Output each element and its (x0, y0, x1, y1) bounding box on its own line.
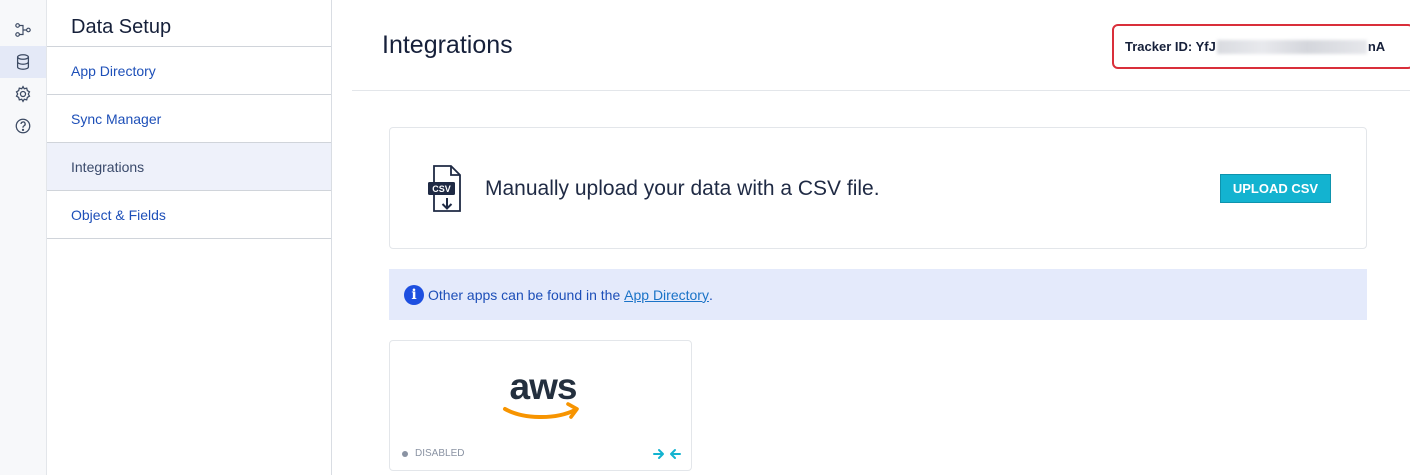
upload-csv-button[interactable]: UPLOAD CSV (1220, 174, 1331, 203)
status-label: DISABLED (415, 448, 465, 459)
app-directory-link[interactable]: App Directory (624, 287, 709, 303)
csv-upload-card: CSV Manually upload your data with a CSV… (389, 127, 1367, 249)
sidebar-item-sync-manager[interactable]: Sync Manager (47, 95, 331, 143)
tracker-id: Tracker ID: YfJ nA (1112, 24, 1410, 69)
info-icon: i (404, 284, 424, 305)
tracker-id-redacted (1216, 39, 1367, 54)
aws-logo-text: aws (510, 366, 577, 407)
tracker-id-suffix: nA (1367, 39, 1386, 54)
sidebar-item-app-directory[interactable]: App Directory (47, 47, 331, 95)
info-text-end: . (708, 286, 713, 303)
tracker-id-prefix: Tracker ID: YfJ (1125, 39, 1216, 54)
help-icon[interactable] (0, 110, 46, 142)
status-dot (402, 450, 408, 457)
sidebar-title: Data Setup (47, 0, 331, 47)
aws-logo: aws (503, 366, 579, 419)
main-content: Integrations Tracker ID: YfJ nA CSV Manu… (332, 0, 1410, 475)
sidebar-item-object-fields[interactable]: Object & Fields (47, 191, 331, 239)
info-banner: i Other apps can be found in the App Dir… (389, 269, 1367, 320)
info-text: Other apps can be found in the (428, 286, 625, 303)
csv-icon-label: CSV (432, 184, 451, 194)
workflow-icon[interactable] (0, 14, 46, 46)
page-title: Integrations (382, 31, 513, 59)
page-header: Integrations Tracker ID: YfJ nA (352, 0, 1410, 91)
database-icon[interactable] (0, 46, 46, 78)
app-card-aws[interactable]: aws DISABLED (389, 340, 692, 471)
csv-upload-text: Manually upload your data with a CSV fil… (485, 177, 880, 200)
csv-file-icon: CSV (428, 165, 461, 212)
status-badge: DISABLED (402, 448, 464, 459)
sidebar: Data Setup App Directory Sync Manager In… (47, 0, 332, 475)
settings-icon[interactable] (0, 78, 46, 110)
icon-rail (0, 0, 47, 475)
connect-arrows-icon[interactable] (653, 447, 681, 461)
sidebar-item-integrations[interactable]: Integrations (47, 143, 331, 191)
